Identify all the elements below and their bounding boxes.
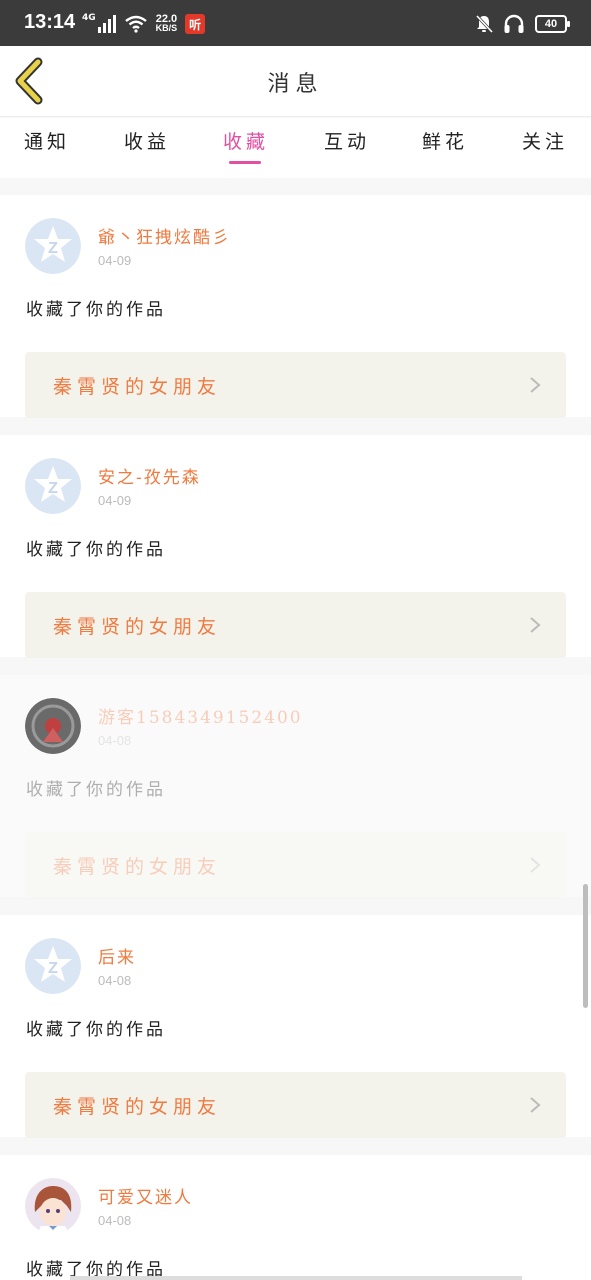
default-avatar-icon[interactable]: Z bbox=[25, 458, 81, 514]
tab-bar: 通知 收益 收藏 互动 鲜花 关注 bbox=[0, 118, 591, 178]
work-title: 秦霄贤的女朋友 bbox=[53, 856, 222, 878]
svg-text:Z: Z bbox=[48, 480, 58, 497]
message-action: 收藏了你的作品 bbox=[26, 300, 166, 320]
page-title: 消息 bbox=[267, 72, 324, 97]
status-time: 13:14 bbox=[24, 11, 76, 33]
tab-interactions[interactable]: 互动 bbox=[324, 127, 370, 154]
status-bar: 13:14 4G 22.0 KB/S 听 40 bbox=[0, 0, 591, 46]
signal-icon bbox=[97, 15, 116, 33]
mute-bell-icon bbox=[475, 14, 493, 34]
network-type: 4G bbox=[82, 13, 96, 23]
headphones-icon bbox=[504, 14, 524, 33]
user-name[interactable]: 爺丶狂拽炫酷彡 bbox=[98, 223, 231, 248]
message-date: 04-09 bbox=[98, 493, 132, 508]
message-action: 收藏了你的作品 bbox=[26, 540, 166, 560]
list-item: 可爱又迷人 04-08 收藏了你的作品 bbox=[0, 1155, 591, 1280]
active-tab-indicator bbox=[229, 161, 261, 164]
work-link[interactable]: 秦霄贤的女朋友 bbox=[25, 832, 566, 898]
message-date: 04-09 bbox=[98, 253, 132, 268]
message-date: 04-08 bbox=[98, 1213, 132, 1228]
speed-unit: KB/S bbox=[155, 23, 178, 33]
app-header: 消息 bbox=[0, 46, 591, 117]
work-link[interactable]: 秦霄贤的女朋友 bbox=[25, 352, 566, 418]
chevron-right-icon bbox=[530, 857, 541, 873]
status-right-icons: 40 bbox=[475, 14, 570, 34]
gesture-bar bbox=[70, 1276, 522, 1280]
user-name[interactable]: 可爱又迷人 bbox=[98, 1183, 193, 1208]
tab-earnings[interactable]: 收益 bbox=[124, 127, 170, 154]
network-speed: 22.0 KB/S bbox=[155, 14, 178, 33]
user-name[interactable]: 后来 bbox=[98, 943, 136, 968]
list-item: Z 安之-孜先森 04-09 收藏了你的作品 秦霄贤的女朋友 bbox=[0, 435, 591, 658]
svg-text:Z: Z bbox=[48, 240, 58, 257]
tab-favorites[interactable]: 收藏 bbox=[223, 127, 269, 154]
scrollbar[interactable] bbox=[583, 884, 588, 1008]
dark-round-avatar[interactable] bbox=[25, 698, 81, 754]
work-title: 秦霄贤的女朋友 bbox=[53, 616, 222, 638]
battery-icon: 40 bbox=[535, 15, 570, 33]
work-title: 秦霄贤的女朋友 bbox=[53, 1096, 222, 1118]
tab-notifications[interactable]: 通知 bbox=[24, 127, 70, 154]
work-link[interactable]: 秦霄贤的女朋友 bbox=[25, 592, 566, 658]
message-date: 04-08 bbox=[98, 733, 132, 748]
user-name[interactable]: 游客1584349152400 bbox=[98, 703, 303, 728]
work-link[interactable]: 秦霄贤的女朋友 bbox=[25, 1072, 566, 1138]
tab-flowers[interactable]: 鲜花 bbox=[422, 127, 468, 154]
tab-follows[interactable]: 关注 bbox=[522, 127, 568, 154]
message-action: 收藏了你的作品 bbox=[26, 780, 166, 800]
svg-text:Z: Z bbox=[48, 960, 58, 977]
work-title: 秦霄贤的女朋友 bbox=[53, 376, 222, 398]
wifi-icon bbox=[124, 15, 147, 33]
chevron-right-icon bbox=[530, 617, 541, 633]
list-item: Z 爺丶狂拽炫酷彡 04-09 收藏了你的作品 秦霄贤的女朋友 bbox=[0, 195, 591, 418]
chevron-right-icon bbox=[530, 1097, 541, 1113]
app-badge-icon: 听 bbox=[185, 14, 206, 34]
message-action: 收藏了你的作品 bbox=[26, 1020, 166, 1040]
anime-girl-avatar[interactable] bbox=[25, 1178, 81, 1234]
list-item: Z 后来 04-08 收藏了你的作品 秦霄贤的女朋友 bbox=[0, 915, 591, 1138]
status-left-icons: 4G 22.0 KB/S 听 bbox=[82, 13, 206, 35]
message-date: 04-08 bbox=[98, 973, 132, 988]
chevron-right-icon bbox=[530, 377, 541, 393]
default-avatar-icon[interactable]: Z bbox=[25, 938, 81, 994]
list-item: 游客1584349152400 04-08 收藏了你的作品 秦霄贤的女朋友 bbox=[0, 675, 591, 898]
default-avatar-icon[interactable]: Z bbox=[25, 218, 81, 274]
user-name[interactable]: 安之-孜先森 bbox=[98, 463, 201, 488]
